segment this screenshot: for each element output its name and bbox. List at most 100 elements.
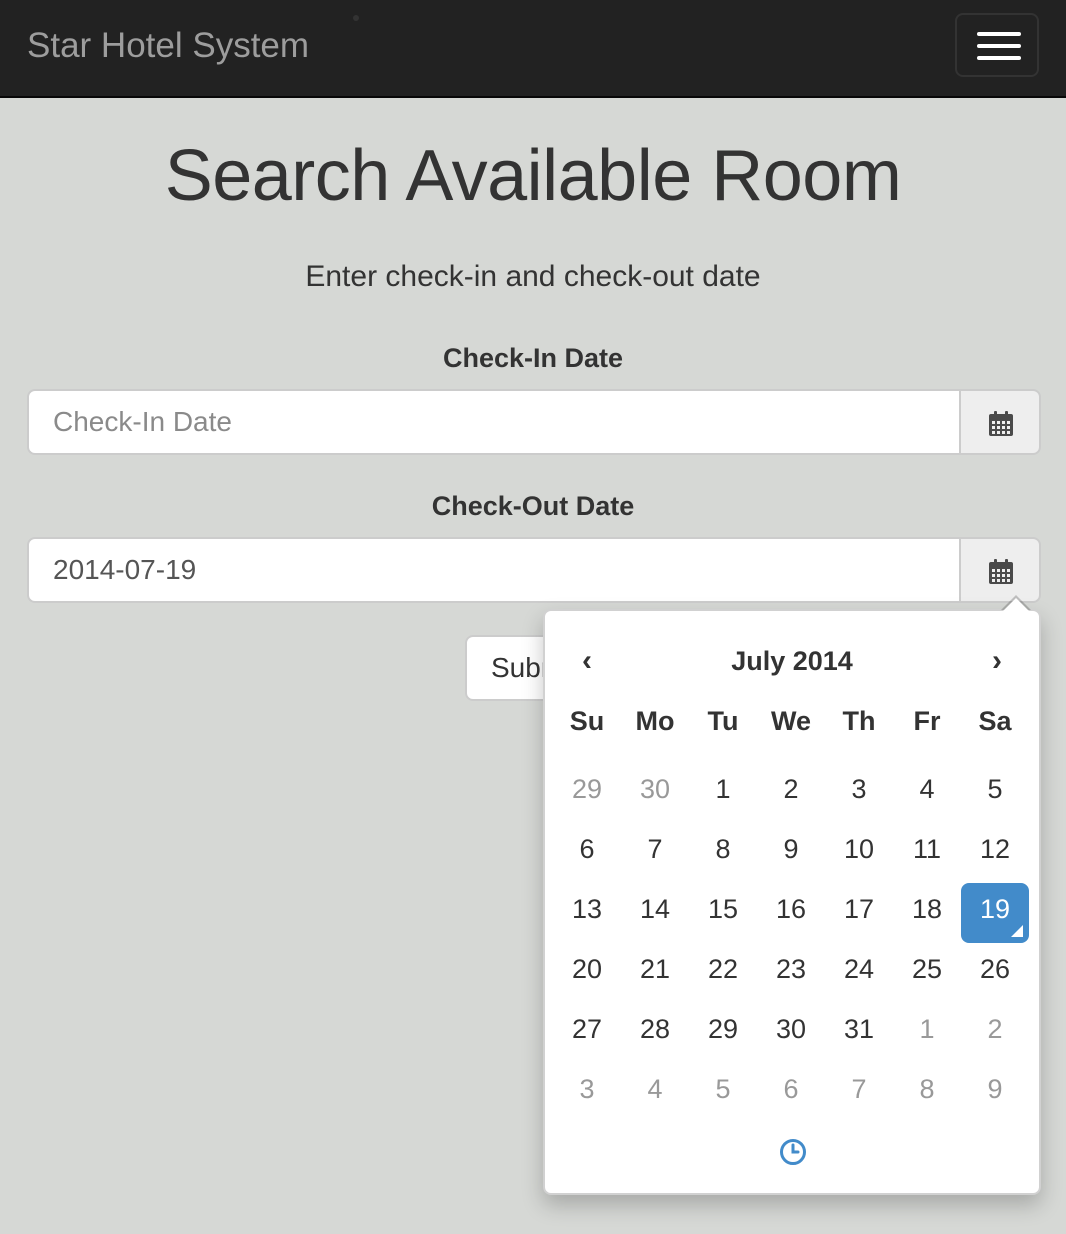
day-cell[interactable]: 11: [893, 819, 961, 879]
next-month-button[interactable]: ›: [963, 633, 1031, 689]
day-cell[interactable]: 25: [893, 939, 961, 999]
clock-icon[interactable]: [778, 1137, 808, 1167]
brand-title[interactable]: Star Hotel System: [27, 24, 309, 68]
day-number: 19: [979, 894, 1011, 924]
day-cell[interactable]: 7: [825, 1059, 893, 1119]
page-subtitle: Enter check-in and check-out date: [305, 260, 761, 293]
day-cell[interactable]: 5: [961, 759, 1029, 819]
day-number: 12: [979, 834, 1011, 864]
day-number: 5: [987, 774, 1003, 804]
weekday-label: We: [770, 706, 811, 736]
week-row: 29 30 1 2 3 4 5: [553, 759, 1031, 819]
day-cell[interactable]: 29: [689, 999, 757, 1059]
day-cell[interactable]: 2: [961, 999, 1029, 1059]
day-number: 8: [919, 1074, 935, 1104]
day-number: 3: [579, 1074, 595, 1104]
weekday-label: Su: [569, 706, 605, 736]
day-cell[interactable]: 31: [825, 999, 893, 1059]
day-number: 13: [571, 894, 603, 924]
today-marker: [1011, 925, 1023, 937]
day-cell[interactable]: 28: [621, 999, 689, 1059]
day-cell[interactable]: 12: [961, 819, 1029, 879]
day-cell[interactable]: 10: [825, 819, 893, 879]
day-number: 31: [843, 1014, 875, 1044]
checkout-input-group: [27, 537, 1041, 603]
day-number: 28: [639, 1014, 671, 1044]
day-number: 21: [639, 954, 671, 984]
day-cell[interactable]: 15: [689, 879, 757, 939]
datepicker-header: ‹ July 2014 ›: [553, 633, 1031, 689]
day-cell[interactable]: 16: [757, 879, 825, 939]
day-number: 24: [843, 954, 875, 984]
day-cell[interactable]: 23: [757, 939, 825, 999]
day-cell[interactable]: 26: [961, 939, 1029, 999]
checkout-date-input[interactable]: [27, 537, 959, 603]
day-cell[interactable]: 18: [893, 879, 961, 939]
day-number: 11: [912, 834, 942, 864]
day-number: 2: [987, 1014, 1003, 1044]
day-cell[interactable]: 24: [825, 939, 893, 999]
day-number: 4: [919, 774, 935, 804]
day-number: 1: [715, 774, 731, 804]
day-number: 5: [715, 1074, 731, 1104]
day-number: 17: [843, 894, 875, 924]
day-cell[interactable]: 1: [689, 759, 757, 819]
weekday-header-row: Su Mo Tu We Th Fr Sa: [553, 699, 1031, 759]
day-number: 7: [647, 834, 663, 864]
day-cell[interactable]: 5: [689, 1059, 757, 1119]
month-title[interactable]: July 2014: [621, 633, 963, 689]
day-cell[interactable]: 3: [553, 1059, 621, 1119]
menu-toggle-button[interactable]: [955, 13, 1039, 77]
day-cell[interactable]: 4: [893, 759, 961, 819]
day-number: 29: [571, 774, 603, 804]
day-number: 1: [919, 1014, 935, 1044]
day-number: 14: [639, 894, 671, 924]
day-number: 6: [783, 1074, 799, 1104]
checkout-calendar-button[interactable]: [959, 537, 1041, 603]
day-cell[interactable]: 14: [621, 879, 689, 939]
weekday-label: Sa: [978, 706, 1012, 736]
day-cell[interactable]: 2: [757, 759, 825, 819]
checkout-label: Check-Out Date: [431, 491, 635, 521]
day-cell[interactable]: 8: [893, 1059, 961, 1119]
day-cell[interactable]: 22: [689, 939, 757, 999]
day-cell[interactable]: 9: [757, 819, 825, 879]
day-number: 8: [715, 834, 731, 864]
day-cell[interactable]: 6: [757, 1059, 825, 1119]
checkin-calendar-button[interactable]: [959, 389, 1041, 455]
day-cell[interactable]: 27: [553, 999, 621, 1059]
prev-month-button[interactable]: ‹: [553, 633, 621, 689]
day-cell[interactable]: 17: [825, 879, 893, 939]
week-row: 13 14 15 16 17 18 19: [553, 879, 1031, 943]
day-number: 9: [783, 834, 799, 864]
day-number: 7: [851, 1074, 867, 1104]
day-cell[interactable]: 29: [553, 759, 621, 819]
day-cell[interactable]: 30: [757, 999, 825, 1059]
day-cell[interactable]: 3: [825, 759, 893, 819]
day-cell[interactable]: 6: [553, 819, 621, 879]
day-cell[interactable]: 8: [689, 819, 757, 879]
day-number: 23: [775, 954, 807, 984]
day-number: 15: [707, 894, 739, 924]
checkin-date-input[interactable]: [27, 389, 959, 455]
day-number: 30: [639, 774, 671, 804]
day-cell[interactable]: 1: [893, 999, 961, 1059]
weekday-label: Mo: [635, 706, 675, 736]
checkin-label: Check-In Date: [442, 343, 624, 373]
week-row: 3 4 5 6 7 8 9: [553, 1059, 1031, 1119]
day-number: 27: [571, 1014, 603, 1044]
day-cell[interactable]: 20: [553, 939, 621, 999]
day-number: 3: [851, 774, 867, 804]
weekday-label: Th: [842, 706, 876, 736]
weekday-label: Tu: [707, 706, 739, 736]
day-number: 4: [647, 1074, 663, 1104]
week-row: 27 28 29 30 31 1 2: [553, 999, 1031, 1059]
day-cell[interactable]: 9: [961, 1059, 1029, 1119]
day-cell[interactable]: 4: [621, 1059, 689, 1119]
day-number: 10: [843, 834, 875, 864]
day-cell[interactable]: 30: [621, 759, 689, 819]
day-cell[interactable]: 13: [553, 879, 621, 939]
day-cell[interactable]: 7: [621, 819, 689, 879]
day-cell[interactable]: 21: [621, 939, 689, 999]
selected-day-cell[interactable]: 19: [961, 883, 1029, 943]
